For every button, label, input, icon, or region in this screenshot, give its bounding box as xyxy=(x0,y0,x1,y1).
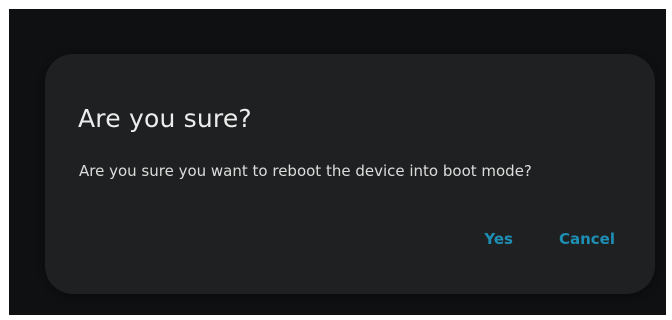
dialog-actions: Yes Cancel xyxy=(484,230,615,248)
confirm-dialog: Are you sure? Are you sure you want to r… xyxy=(45,54,655,294)
yes-button[interactable]: Yes xyxy=(484,230,513,248)
app-background: Are you sure? Are you sure you want to r… xyxy=(9,9,666,315)
dialog-message: Are you sure you want to reboot the devi… xyxy=(79,162,532,180)
dialog-title: Are you sure? xyxy=(78,104,252,133)
cancel-button[interactable]: Cancel xyxy=(559,230,615,248)
